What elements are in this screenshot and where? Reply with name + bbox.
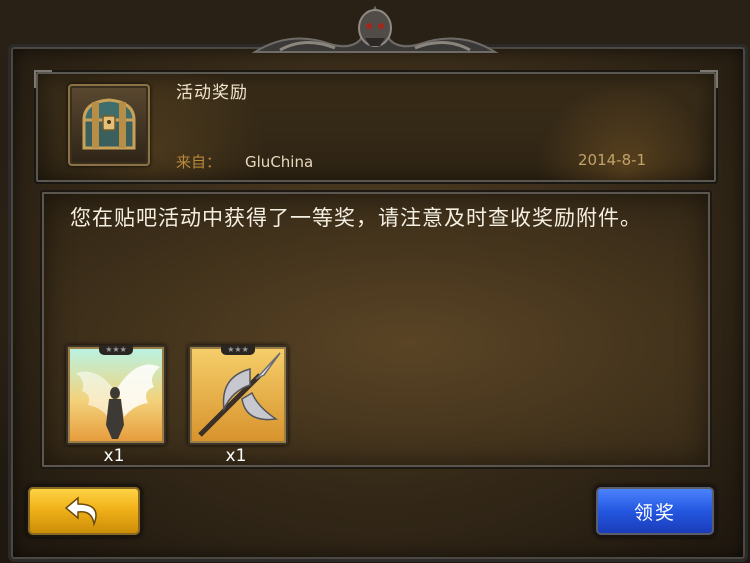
attachment-quantity: x1 — [225, 446, 247, 466]
corner-ornament — [34, 70, 52, 88]
angel-wings-icon — [76, 364, 160, 439]
attachment-slot-spear[interactable]: ★★★ — [188, 345, 288, 445]
star-rating: ★★★ — [221, 345, 255, 355]
attachment-quantity: x1 — [103, 446, 125, 466]
star-rating: ★★★ — [99, 345, 133, 355]
back-button[interactable] — [26, 485, 142, 537]
sender-name: GluChina — [245, 153, 314, 171]
back-arrow-icon — [64, 496, 97, 527]
claim-reward-button[interactable]: 领奖 — [594, 485, 716, 537]
spear-icon — [198, 352, 281, 437]
from-label: 来自： — [176, 153, 222, 171]
mail-reward-screen: 活动奖励 来自： GluChina 2014-8-1 您在贴吧活动中获得了一等奖，… — [0, 0, 750, 563]
skull-crest-ornament — [251, 5, 499, 53]
corner-ornament — [700, 70, 718, 88]
mail-date: 2014-8-1 — [578, 151, 647, 169]
mail-title: 活动奖励 — [176, 83, 248, 103]
mail-from-row: 来自： GluChina — [176, 151, 313, 172]
mail-message: 您在贴吧活动中获得了一等奖，请注意及时查收奖励附件。 — [70, 206, 642, 230]
mail-icon-slot — [68, 84, 150, 166]
attachment-slot-wings[interactable]: ★★★ — [66, 345, 166, 445]
treasure-chest-icon — [82, 98, 136, 150]
